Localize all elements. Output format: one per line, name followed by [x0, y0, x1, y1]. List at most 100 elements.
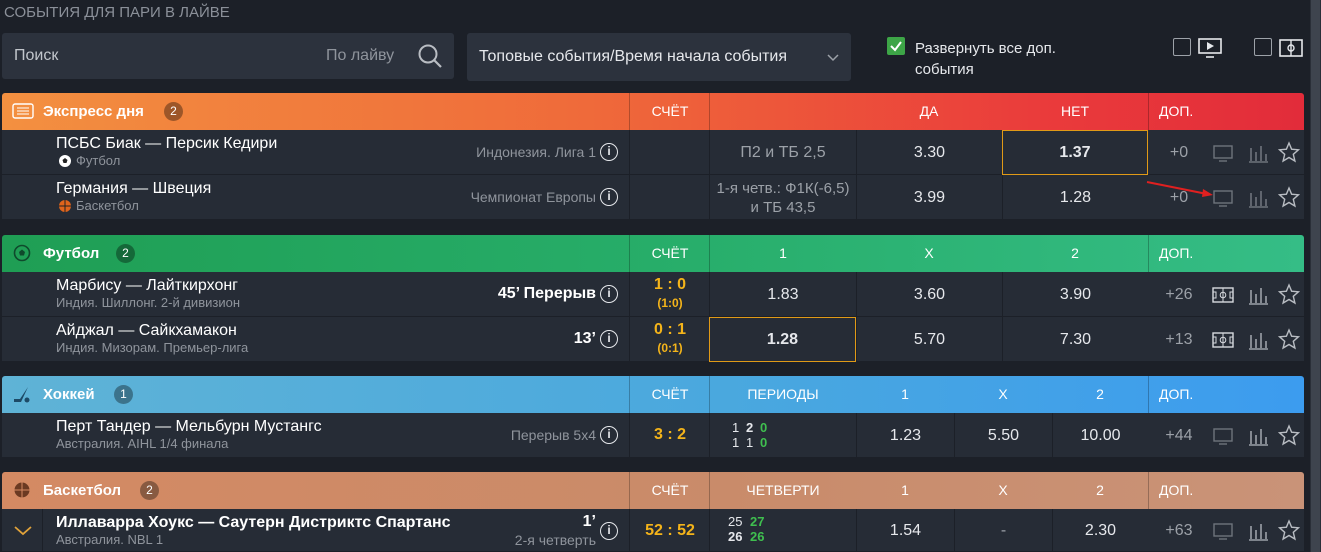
star-icon[interactable]: [1278, 186, 1300, 208]
league-label: Австралия. AIHL 1/4 финала: [56, 436, 229, 451]
table-row[interactable]: ПСБС Биак — Персик Кедири Футбол Индонез…: [2, 130, 1304, 175]
info-icon[interactable]: i: [600, 522, 618, 540]
info-icon[interactable]: i: [600, 426, 618, 444]
score-value: 1 : 0: [653, 276, 686, 293]
more-markets-button[interactable]: +44: [1148, 413, 1210, 458]
odd-value: 3.60: [913, 285, 946, 303]
info-icon[interactable]: i: [600, 188, 618, 206]
col-2: 2: [1096, 386, 1104, 402]
odd-x[interactable]: 5.50: [954, 413, 1052, 458]
odd-yes[interactable]: 3.30: [856, 130, 1002, 175]
odd-x[interactable]: 5.70: [856, 317, 1002, 362]
stats-icon[interactable]: [1247, 425, 1269, 447]
section-count: 2: [116, 244, 135, 263]
more-markets-button[interactable]: +13: [1148, 317, 1210, 362]
star-icon[interactable]: [1278, 424, 1300, 446]
odd-2[interactable]: 3.90: [1002, 272, 1148, 317]
match-teams[interactable]: ПСБС Биак — Персик Кедири: [56, 135, 277, 153]
section-header-hockey[interactable]: Хоккей 1 СЧЁТ ПЕРИОДЫ 1 X 2 ДОП.: [2, 376, 1304, 413]
odd-1-selected[interactable]: 1.28: [709, 317, 856, 362]
more-markets-button[interactable]: +0: [1148, 130, 1210, 175]
section-header-football[interactable]: Футбол 2 СЧЁТ 1 X 2 ДОП.: [2, 235, 1304, 272]
match-teams[interactable]: Германия — Швеция: [56, 180, 211, 198]
market-label: 1-я четв.: Ф1К(-6,5) и ТБ 43,5: [716, 179, 850, 216]
section-header-express[interactable]: Экспресс дня 2 СЧЁТ ДА НЕТ ДОП.: [2, 93, 1304, 130]
sort-value: Топовые события/Время начала события: [479, 48, 787, 65]
stats-icon[interactable]: [1247, 520, 1269, 542]
odd-x-locked: -: [954, 509, 1052, 552]
more-count: +63: [1165, 521, 1193, 539]
tv-icon[interactable]: [1212, 520, 1234, 542]
check-icon: [890, 41, 902, 52]
league-label: Индонезия. Лига 1: [476, 144, 596, 160]
search-input[interactable]: Поиск По лайву: [2, 33, 454, 79]
odd-value: 10.00: [1080, 426, 1121, 444]
col-dop: ДОП.: [1159, 245, 1194, 261]
expand-checkbox[interactable]: [887, 37, 905, 55]
red-arrow-annotation: [1146, 181, 1213, 197]
expand-label: Развернуть все доп. события: [915, 40, 1056, 78]
search-placeholder: Поиск: [14, 47, 59, 64]
stats-icon[interactable]: [1247, 142, 1269, 164]
odd-no[interactable]: 1.28: [1002, 175, 1148, 220]
odd-no-selected[interactable]: 1.37: [1002, 130, 1148, 175]
match-teams[interactable]: Иллаварра Хоукс — Саутерн Дистриктс Спар…: [56, 514, 451, 532]
col-score: СЧЁТ: [651, 386, 689, 402]
odd-value: 1.83: [767, 285, 799, 303]
field-icon[interactable]: [1212, 284, 1234, 306]
odd-value: 7.30: [1059, 330, 1092, 348]
star-icon[interactable]: [1278, 328, 1300, 350]
quarters-row-away: 26 26: [728, 529, 765, 544]
stats-icon[interactable]: [1247, 329, 1269, 351]
table-row[interactable]: Перт Тандер — Мельбурн Мустангс Австрали…: [2, 413, 1304, 458]
odd-yes[interactable]: 3.99: [856, 175, 1002, 220]
sort-select[interactable]: Топовые события/Время начала события: [467, 33, 851, 81]
table-row[interactable]: Германия — Швеция Баскетбол Чемпионат Ев…: [2, 175, 1304, 220]
info-icon[interactable]: i: [600, 143, 618, 161]
tv-icon[interactable]: [1212, 425, 1234, 447]
match-teams[interactable]: Айджал — Сайкхамакон: [56, 322, 237, 340]
more-markets-button[interactable]: +26: [1148, 272, 1210, 317]
info-icon[interactable]: i: [600, 285, 618, 303]
table-row[interactable]: Иллаварра Хоукс — Саутерн Дистриктс Спар…: [2, 509, 1304, 552]
odd-x[interactable]: 3.60: [856, 272, 1002, 317]
odd-2[interactable]: 7.30: [1002, 317, 1148, 362]
scrollbar[interactable]: [1310, 0, 1321, 552]
odd-2[interactable]: 2.30: [1052, 509, 1148, 552]
table-row[interactable]: Айджал — Сайкхамакон Индия. Мизорам. Пре…: [2, 317, 1304, 362]
star-icon[interactable]: [1278, 141, 1300, 163]
odd-value: 1.54: [889, 521, 922, 539]
field-icon[interactable]: [1212, 329, 1234, 351]
table-row[interactable]: Марбису — Лайткирхонг Индия. Шиллонг. 2-…: [2, 272, 1304, 317]
col-1: 1: [779, 245, 787, 261]
col-1: 1: [901, 386, 909, 402]
scrollbar-thumb[interactable]: [1311, 0, 1320, 552]
stats-filter-checkbox[interactable]: [1254, 38, 1272, 56]
sport-label: Футбол: [76, 153, 121, 168]
odd-1[interactable]: 1.54: [856, 509, 954, 552]
star-icon[interactable]: [1278, 283, 1300, 305]
odd-1[interactable]: 1.23: [856, 413, 954, 458]
section-header-basketball[interactable]: Баскетбол 2 СЧЁТ ЧЕТВЕРТИ 1 X 2 ДОП.: [2, 472, 1304, 509]
odd-2[interactable]: 10.00: [1052, 413, 1148, 458]
match-teams[interactable]: Марбису — Лайткирхонг: [56, 277, 238, 295]
section-count: 2: [164, 102, 183, 121]
more-markets-button[interactable]: +63: [1148, 509, 1210, 552]
match-time: 1’: [582, 513, 596, 530]
hockey-stick-icon: [14, 387, 30, 403]
quarters-cell: 25 27 26 26: [709, 509, 856, 552]
tv-icon[interactable]: [1212, 142, 1234, 164]
odd-1[interactable]: 1.83: [709, 272, 856, 317]
match-teams[interactable]: Перт Тандер — Мельбурн Мустангс: [56, 418, 322, 436]
search-scope: По лайву: [326, 47, 395, 64]
search-icon[interactable]: [416, 42, 444, 70]
stats-icon[interactable]: [1247, 284, 1269, 306]
tv-filter-checkbox[interactable]: [1173, 38, 1191, 56]
stats-icon[interactable]: [1247, 187, 1269, 209]
info-icon[interactable]: i: [600, 330, 618, 348]
match-time: 13’: [573, 330, 596, 347]
col-periods: ПЕРИОДЫ: [747, 386, 819, 402]
tv-icon[interactable]: [1212, 187, 1234, 209]
star-icon[interactable]: [1278, 519, 1300, 541]
chevron-down-icon[interactable]: [12, 519, 34, 541]
